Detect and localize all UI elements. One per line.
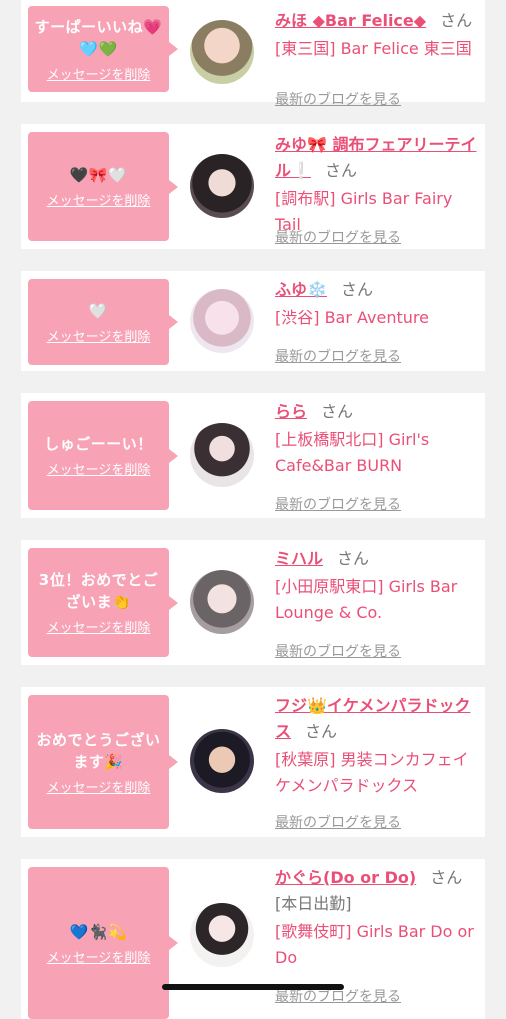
avatar[interactable] <box>190 903 254 967</box>
delete-message-link[interactable]: メッセージを削除 <box>47 190 151 209</box>
message-card: 🤍 メッセージを削除 ふゆ❄️ さん [渋谷] Bar Aventure 最新のブ… <box>21 271 485 371</box>
message-bubble: 💙🐈‍⬛💫 メッセージを削除 <box>28 867 178 1019</box>
latest-blog-link[interactable]: 最新のブログを見る <box>275 987 401 1007</box>
avatar[interactable] <box>190 289 254 353</box>
message-text: 3位！おめでとございま👏 <box>38 571 159 611</box>
message-text: 💙🐈‍⬛💫 <box>69 922 128 941</box>
sender-info: フジ👑イケメンパラドックス さん [秋葉原] 男装コンカフェイケメンパラドックス … <box>275 693 481 831</box>
message-text: しゅごーーい！ <box>44 435 153 453</box>
latest-blog-link[interactable]: 最新のブログを見る <box>275 642 401 662</box>
sender-name-link[interactable]: ミハル <box>275 549 323 568</box>
sender-info: かぐら(Do or Do) さん [本日出勤] [歌舞伎町] Girls Bar D… <box>275 865 481 1005</box>
latest-blog-link[interactable]: 最新のブログを見る <box>275 813 401 833</box>
latest-blog-link[interactable]: 最新のブログを見る <box>275 228 401 248</box>
message-text: 🖤🎀🤍 <box>69 166 128 184</box>
shop-info: [渋谷] Bar Aventure <box>275 308 429 327</box>
message-card: 3位！おめでとございま👏 メッセージを削除 ミハル さん [小田原駅東口] Gir… <box>21 540 485 665</box>
shop-info: [上板橋駅北口] Girl's Cafe&Bar BURN <box>275 430 430 475</box>
san-suffix: さん <box>305 722 338 741</box>
sender-status: [本日出勤] <box>275 894 352 913</box>
san-suffix: さん <box>321 402 354 421</box>
latest-blog-link[interactable]: 最新のブログを見る <box>275 90 401 110</box>
sender-info: みほ ◆Bar Felice◆ さん [東三国] Bar Felice 東三国 最… <box>275 8 481 108</box>
sender-name-link[interactable]: かぐら(Do or Do) <box>275 868 416 887</box>
delete-message-link[interactable]: メッセージを削除 <box>47 64 151 83</box>
message-card: 🖤🎀🤍 メッセージを削除 みゆ🎀 調布フェアリーテイル❕ さん [調布駅] Gir… <box>21 124 485 249</box>
san-suffix: さん <box>430 868 463 887</box>
home-indicator <box>162 984 344 990</box>
avatar[interactable] <box>190 570 254 634</box>
sender-name-link[interactable]: みほ ◆Bar Felice◆ <box>275 11 426 30</box>
message-card: おめでとうございます🎉 メッセージを削除 フジ👑イケメンパラドックス さん [秋葉… <box>21 687 485 837</box>
latest-blog-link[interactable]: 最新のブログを見る <box>275 347 401 367</box>
message-card: しゅごーーい！ メッセージを削除 らら さん [上板橋駅北口] Girl's Ca… <box>21 393 485 518</box>
sender-info: らら さん [上板橋駅北口] Girl's Cafe&Bar BURN 最新のブロ… <box>275 399 481 513</box>
latest-blog-link[interactable]: 最新のブログを見る <box>275 495 401 515</box>
shop-info: [小田原駅東口] Girls Bar Lounge & Co. <box>275 577 458 622</box>
sender-name-link[interactable]: みゆ🎀 調布フェアリーテイル❕ <box>275 135 477 180</box>
message-bubble: おめでとうございます🎉 メッセージを削除 <box>28 695 178 829</box>
message-bubble: しゅごーーい！ メッセージを削除 <box>28 401 178 510</box>
delete-message-link[interactable]: メッセージを削除 <box>47 777 151 796</box>
message-text: おめでとうございます🎉 <box>36 730 161 771</box>
sender-info: みゆ🎀 調布フェアリーテイル❕ さん [調布駅] Girls Bar Fairy … <box>275 132 481 246</box>
san-suffix: さん <box>340 280 373 299</box>
message-bubble: すーぱーいいね💗🩵💚 メッセージを削除 <box>28 6 178 92</box>
delete-message-link[interactable]: メッセージを削除 <box>47 326 151 345</box>
message-bubble: 3位！おめでとございま👏 メッセージを削除 <box>28 548 178 657</box>
sender-name-link[interactable]: らら <box>275 402 307 421</box>
san-suffix: さん <box>440 11 473 30</box>
sender-name-link[interactable]: ふゆ❄️ <box>275 280 327 299</box>
message-text: すーぱーいいね💗🩵💚 <box>34 17 163 58</box>
sender-info: ふゆ❄️ さん [渋谷] Bar Aventure 最新のブログを見る <box>275 277 481 365</box>
san-suffix: さん <box>337 549 370 568</box>
san-suffix: さん <box>324 161 357 180</box>
shop-info: [歌舞伎町] Girls Bar Do or Do <box>275 922 474 967</box>
message-bubble: 🤍 メッセージを削除 <box>28 279 178 365</box>
avatar[interactable] <box>190 423 254 487</box>
sender-info: ミハル さん [小田原駅東口] Girls Bar Lounge & Co. 最新… <box>275 546 481 660</box>
message-card: 💙🐈‍⬛💫 メッセージを削除 かぐら(Do or Do) さん [本日出勤] [歌舞… <box>21 859 485 1019</box>
message-bubble: 🖤🎀🤍 メッセージを削除 <box>28 132 178 241</box>
shop-info: [東三国] Bar Felice 東三国 <box>275 39 472 58</box>
delete-message-link[interactable]: メッセージを削除 <box>47 617 151 636</box>
shop-info: [秋葉原] 男装コンカフェイケメンパラドックス <box>275 750 469 795</box>
avatar[interactable] <box>190 729 254 793</box>
delete-message-link[interactable]: メッセージを削除 <box>47 459 151 478</box>
delete-message-link[interactable]: メッセージを削除 <box>47 947 151 966</box>
message-text: 🤍 <box>88 301 109 320</box>
avatar[interactable] <box>190 20 254 84</box>
message-card: すーぱーいいね💗🩵💚 メッセージを削除 みほ ◆Bar Felice◆ さん [東… <box>21 0 485 108</box>
avatar[interactable] <box>190 154 254 218</box>
